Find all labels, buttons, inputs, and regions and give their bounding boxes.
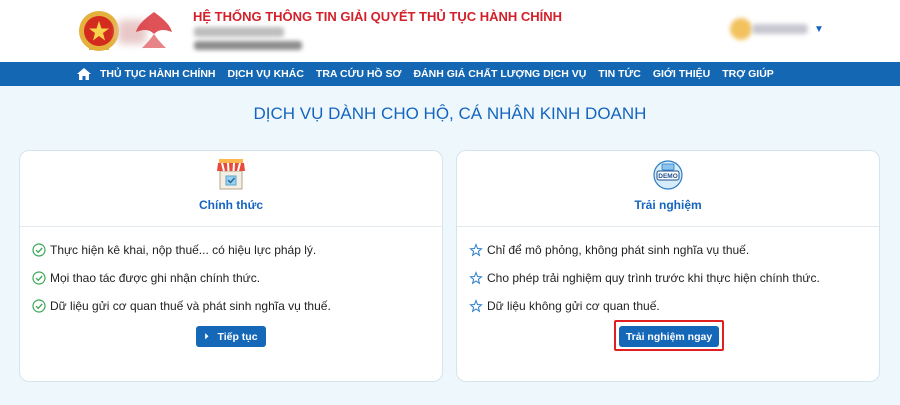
- list-item: Cho phép trải nghiệm quy trình trước khi…: [469, 264, 869, 292]
- sparkle-star-icon: [469, 243, 483, 257]
- blurred-department-name: [194, 41, 302, 50]
- nav-item-administrative-procedures[interactable]: THỦ TỤC HÀNH CHÍNH: [100, 68, 216, 80]
- list-item: Chỉ để mô phỏng, không phát sinh nghĩa v…: [469, 236, 869, 264]
- nav-item-other-services[interactable]: DỊCH VỤ KHÁC: [228, 68, 304, 80]
- demo-card-heading: Trải nghiệm: [634, 198, 702, 212]
- play-icon: ⏵: [204, 331, 209, 341]
- demo-service-card: DEMO Trải nghiệm Chỉ để mô phỏng, không …: [456, 150, 880, 382]
- store-icon: [217, 159, 245, 190]
- sparkle-star-icon: [469, 271, 483, 285]
- demo-feature-list: Chỉ để mô phỏng, không phát sinh nghĩa v…: [469, 236, 869, 320]
- home-icon[interactable]: [76, 66, 92, 82]
- official-feature-list: Thực hiện kê khai, nộp thuế... có hiệu l…: [32, 236, 432, 320]
- nav-item-about[interactable]: GIỚI THIỆU: [653, 68, 710, 80]
- chevron-down-icon[interactable]: ▼: [814, 24, 824, 35]
- list-item: Mọi thao tác được ghi nhận chính thức.: [32, 264, 432, 292]
- header: HỆ THỐNG THÔNG TIN GIẢI QUYẾT THỦ TỤC HÀ…: [0, 0, 900, 62]
- check-circle-icon: [32, 299, 46, 313]
- continue-button-label: Tiếp tục: [217, 330, 258, 343]
- continue-button[interactable]: ⏵ Tiếp tục: [196, 326, 266, 347]
- user-avatar[interactable]: [730, 18, 752, 40]
- blurred-user-name[interactable]: [752, 24, 808, 34]
- check-circle-icon: [32, 271, 46, 285]
- svg-text:DEMO: DEMO: [658, 173, 678, 180]
- nav-item-help[interactable]: TRỢ GIÚP: [722, 68, 774, 80]
- feature-text: Dữ liệu không gửi cơ quan thuế.: [487, 299, 660, 313]
- list-item: Dữ liệu không gửi cơ quan thuế.: [469, 292, 869, 320]
- feature-text: Chỉ để mô phỏng, không phát sinh nghĩa v…: [487, 243, 750, 257]
- nav-item-service-quality[interactable]: ĐÁNH GIÁ CHẤT LƯỢNG DỊCH VỤ: [413, 68, 586, 80]
- main-navbar: THỦ TỤC HÀNH CHÍNH DỊCH VỤ KHÁC TRA CỨU …: [0, 62, 900, 86]
- sparkle-star-icon: [469, 299, 483, 313]
- nav-item-news[interactable]: TIN TỨC: [598, 68, 641, 80]
- try-now-button[interactable]: Trải nghiệm ngay: [619, 326, 719, 347]
- list-item: Dữ liệu gửi cơ quan thuế và phát sinh ng…: [32, 292, 432, 320]
- official-card-heading: Chính thức: [198, 198, 263, 212]
- list-item: Thực hiện kê khai, nộp thuế... có hiệu l…: [32, 236, 432, 264]
- tax-logo-icon: [136, 12, 172, 48]
- blurred-agency-name: [194, 27, 284, 37]
- system-title: HỆ THỐNG THÔNG TIN GIẢI QUYẾT THỦ TỤC HÀ…: [193, 9, 563, 24]
- check-circle-icon: [32, 243, 46, 257]
- feature-text: Dữ liệu gửi cơ quan thuế và phát sinh ng…: [50, 299, 331, 313]
- official-service-card: Chính thức Thực hiện kê khai, nộp thuế..…: [19, 150, 443, 382]
- demo-icon: DEMO: [653, 160, 683, 190]
- card-divider: [20, 226, 442, 227]
- page-title: DỊCH VỤ DÀNH CHO HỘ, CÁ NHÂN KINH DOANH: [253, 104, 647, 123]
- feature-text: Thực hiện kê khai, nộp thuế... có hiệu l…: [50, 243, 317, 257]
- card-divider: [457, 226, 879, 227]
- feature-text: Mọi thao tác được ghi nhận chính thức.: [50, 271, 261, 285]
- nav-item-lookup-records[interactable]: TRA CỨU HỒ SƠ: [316, 68, 402, 80]
- national-emblem-icon: [79, 11, 119, 51]
- feature-text: Cho phép trải nghiệm quy trình trước khi…: [487, 271, 820, 285]
